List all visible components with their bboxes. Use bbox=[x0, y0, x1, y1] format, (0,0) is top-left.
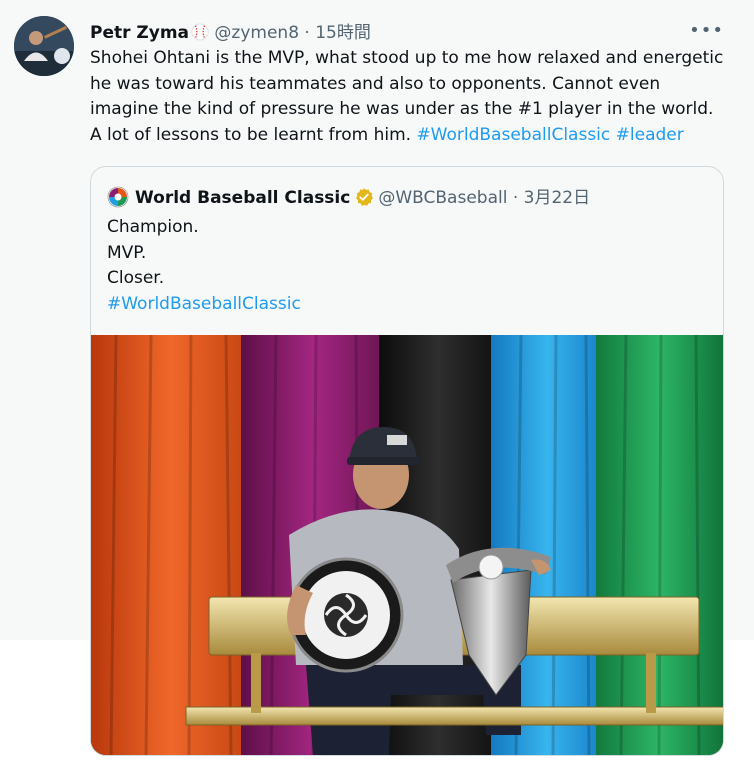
hashtag-link[interactable]: #WorldBaseballClassic bbox=[416, 125, 610, 145]
quote-header: World Baseball Classic @WBCBaseball · 3月… bbox=[107, 183, 590, 208]
gold-verified-badge-icon bbox=[356, 188, 374, 206]
quote-date[interactable]: · 3月22日 bbox=[513, 188, 590, 208]
hashtag-link[interactable]: #leader bbox=[616, 125, 684, 145]
author-name[interactable]: Petr Zyma bbox=[90, 23, 189, 43]
baseball-emoji-icon bbox=[191, 23, 209, 41]
quote-line: MVP. bbox=[107, 242, 147, 263]
more-horizontal-icon[interactable]: ••• bbox=[689, 20, 724, 41]
tweet-text: Shohei Ohtani is the MVP, what stood up … bbox=[90, 46, 730, 148]
quote-author-handle[interactable]: @WBCBaseball bbox=[378, 188, 507, 208]
quote-author-name[interactable]: World Baseball Classic bbox=[135, 188, 350, 208]
quote-line: Closer. bbox=[107, 268, 165, 288]
quoted-tweet[interactable]: World Baseball Classic @WBCBaseball · 3月… bbox=[90, 166, 724, 756]
tweet-time[interactable]: · 15時間 bbox=[304, 23, 370, 43]
quote-hashtag[interactable]: #WorldBaseballClassic bbox=[107, 292, 301, 318]
author-handle[interactable]: @zymen8 bbox=[214, 23, 299, 43]
ohtani-mvp-photo[interactable] bbox=[91, 335, 723, 755]
tweet-header: Petr Zyma @zymen8 · 15時間 bbox=[90, 18, 371, 43]
avatar[interactable] bbox=[14, 16, 74, 76]
wbc-logo-icon bbox=[107, 186, 129, 208]
quote-text: Champion. MVP. Closer. #WorldBaseballCla… bbox=[107, 215, 301, 317]
quote-line: Champion. bbox=[107, 217, 199, 237]
